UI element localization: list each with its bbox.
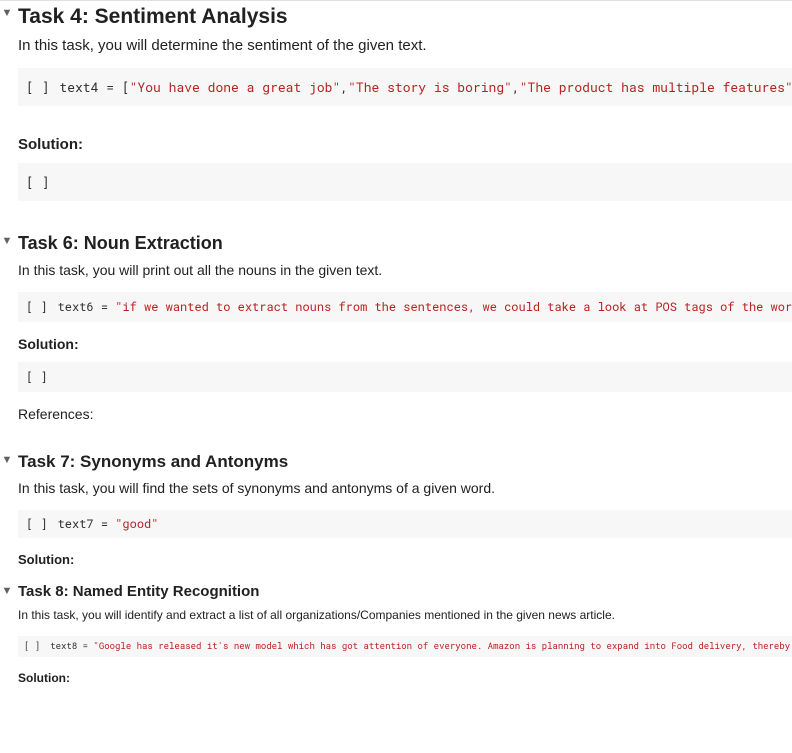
cell-prompt: [ ] xyxy=(24,641,40,652)
section-task-6: ▼ Task 6: Noun Extraction In this task, … xyxy=(0,233,792,422)
solution-heading: Solution: xyxy=(18,336,792,352)
cell-prompt: [ ] xyxy=(26,78,49,96)
solution-heading: Solution: xyxy=(18,671,792,685)
collapse-toggle-icon[interactable]: ▼ xyxy=(0,454,14,466)
section-task-7: ▼ Task 7: Synonyms and Antonyms In this … xyxy=(0,452,792,567)
cell-prompt: [ ] xyxy=(26,516,48,532)
task-6-description: In this task, you will print out all the… xyxy=(18,262,792,278)
task-4-description: In this task, you will determine the sen… xyxy=(18,37,792,54)
references-heading: References: xyxy=(18,406,792,422)
task-8-description: In this task, you will identify and extr… xyxy=(18,608,792,622)
task-7-title: Task 7: Synonyms and Antonyms xyxy=(18,452,792,472)
task-4-title: Task 4: Sentiment Analysis xyxy=(18,5,792,29)
section-task-8: ▼ Task 8: Named Entity Recognition In th… xyxy=(0,583,792,685)
task-6-title: Task 6: Noun Extraction xyxy=(18,233,792,254)
cell-code: text7 = "good" xyxy=(58,516,784,532)
cell-prompt: [ ] xyxy=(26,173,49,191)
collapse-toggle-icon[interactable]: ▼ xyxy=(0,235,14,247)
task-8-title: Task 8: Named Entity Recognition xyxy=(18,583,792,600)
code-cell-task-4[interactable]: [ ] text4 = ["You have done a great job"… xyxy=(18,68,792,106)
divider xyxy=(0,0,792,1)
solution-heading: Solution: xyxy=(18,552,792,567)
code-cell-task-8[interactable]: [ ] text8 = "Google has released it's ne… xyxy=(18,636,792,657)
task-7-description: In this task, you will find the sets of … xyxy=(18,480,792,496)
cell-code: text4 = ["You have done a great job","Th… xyxy=(59,78,792,96)
collapse-toggle-icon[interactable]: ▼ xyxy=(0,7,14,19)
code-cell-task-6-solution[interactable]: [ ] xyxy=(18,362,792,392)
cell-prompt: [ ] xyxy=(26,369,48,385)
cell-code: text6 = "if we wanted to extract nouns f… xyxy=(58,299,792,315)
code-cell-task-4-solution[interactable]: [ ] xyxy=(18,163,792,201)
code-cell-task-7[interactable]: [ ] text7 = "good" xyxy=(18,510,792,538)
solution-heading: Solution: xyxy=(18,136,792,153)
collapse-toggle-icon[interactable]: ▼ xyxy=(0,585,14,597)
cell-prompt: [ ] xyxy=(26,299,48,315)
cell-code: text8 = "Google has released it's new mo… xyxy=(50,641,792,652)
section-task-4: ▼ Task 4: Sentiment Analysis In this tas… xyxy=(0,5,792,201)
code-cell-task-6[interactable]: [ ] text6 = "if we wanted to extract nou… xyxy=(18,292,792,322)
